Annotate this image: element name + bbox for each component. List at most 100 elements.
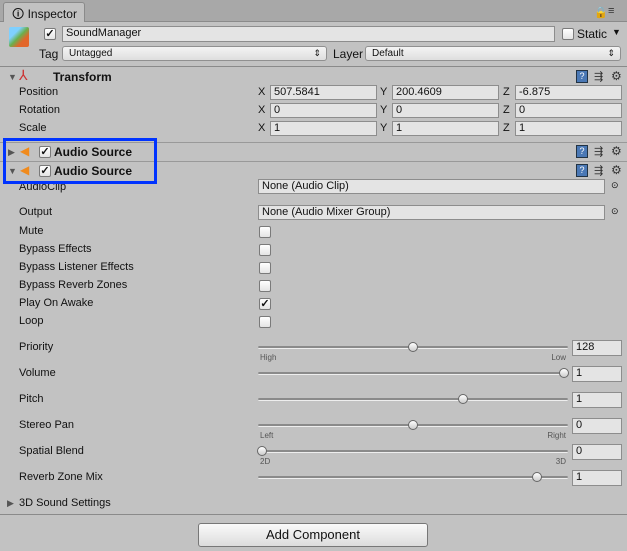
reverb-zone-mix-slider-track[interactable] xyxy=(258,476,568,479)
info-icon: 🛈 xyxy=(12,7,28,21)
volume-slider-thumb[interactable] xyxy=(559,368,569,378)
priority-label: Priority xyxy=(19,341,54,353)
audio-source-title: Audio Source xyxy=(54,164,133,178)
layer-dropdown[interactable]: Default ⇕ xyxy=(365,46,621,61)
scale-z-field[interactable]: 1 xyxy=(515,121,622,136)
transform-row-label: Position xyxy=(19,86,59,98)
transform-axes-icon: ⅄ xyxy=(19,67,28,83)
position-y-field[interactable]: 200.4609 xyxy=(392,85,499,100)
slider-min-label: Left xyxy=(260,431,274,440)
slider-min-label: High xyxy=(260,353,277,362)
preset-sliders-icon[interactable]: ⇶ xyxy=(594,145,603,158)
toggle-label: Bypass Reverb Zones xyxy=(19,279,128,291)
add-component-button[interactable]: Add Component xyxy=(198,523,428,547)
output-field[interactable]: None (Audio Mixer Group) xyxy=(258,205,605,220)
enabled-checkbox[interactable]: ✓ xyxy=(39,165,51,177)
axis-label: Z xyxy=(503,86,510,98)
reverb-zone-mix-label: Reverb Zone Mix xyxy=(19,471,103,483)
help-book-icon[interactable]: ? xyxy=(576,70,588,83)
audio-source-title: Audio Source xyxy=(54,145,133,159)
reverb-zone-mix-slider-thumb[interactable] xyxy=(531,472,542,482)
spatial-blend-label: Spatial Blend xyxy=(19,445,84,457)
bypass-listener-effects-checkbox[interactable] xyxy=(259,262,271,274)
volume-value-field[interactable]: 1 xyxy=(572,366,622,382)
tab-bar xyxy=(0,0,627,22)
toggle-label: Bypass Effects xyxy=(19,243,92,255)
bypass-effects-checkbox[interactable] xyxy=(259,244,271,256)
rotation-y-field[interactable]: 0 xyxy=(392,103,499,118)
static-checkbox[interactable] xyxy=(562,28,574,40)
loop-checkbox[interactable] xyxy=(259,316,271,328)
pitch-label: Pitch xyxy=(19,393,44,405)
gameobject-cube-icon[interactable] xyxy=(9,27,29,47)
expand-triangle-icon[interactable]: ▶ xyxy=(8,147,15,158)
priority-value-field[interactable]: 128 xyxy=(572,340,622,356)
enabled-checkbox[interactable]: ✓ xyxy=(39,146,51,158)
static-label: Static xyxy=(577,27,608,41)
3d-sound-settings-foldout[interactable]: 3D Sound Settings xyxy=(19,497,111,509)
rotation-x-field[interactable]: 0 xyxy=(270,103,377,118)
scale-x-field[interactable]: 1 xyxy=(270,121,377,136)
layer-label: Layer xyxy=(333,47,364,61)
stereo-pan-value-field[interactable]: 0 xyxy=(572,418,622,434)
axis-label: X xyxy=(258,104,266,116)
tag-label: Tag xyxy=(39,47,59,61)
speaker-icon: ◀ xyxy=(20,144,30,158)
speaker-icon: ◀ xyxy=(20,163,30,177)
gear-icon[interactable]: ⚙ xyxy=(611,163,622,177)
volume-label: Volume xyxy=(19,367,56,379)
stereo-pan-label: Stereo Pan xyxy=(19,419,75,431)
axis-label: X xyxy=(258,86,266,98)
help-book-icon[interactable]: ? xyxy=(576,164,588,177)
object-picker-icon[interactable]: ⊙ xyxy=(611,206,619,217)
slider-max-label: 3D xyxy=(555,457,566,466)
position-x-field[interactable]: 507.5841 xyxy=(270,85,377,100)
scale-y-field[interactable]: 1 xyxy=(392,121,499,136)
axis-label: Y xyxy=(380,86,388,98)
tab-inspector[interactable]: 🛈 Inspector xyxy=(3,2,85,22)
updown-icon: ⇕ xyxy=(607,48,615,58)
reverb-zone-mix-value-field[interactable]: 1 xyxy=(572,470,622,486)
stereo-pan-slider-thumb[interactable] xyxy=(408,420,418,430)
gear-icon[interactable]: ⚙ xyxy=(611,69,622,83)
collapse-triangle-icon[interactable]: ▼ xyxy=(8,166,17,176)
axis-label: Z xyxy=(503,104,510,116)
spatial-blend-slider-track[interactable] xyxy=(258,450,568,453)
preset-sliders-icon[interactable]: ⇶ xyxy=(594,70,603,83)
priority-slider-thumb[interactable] xyxy=(408,342,418,352)
static-dropdown-icon[interactable]: ▼ xyxy=(612,27,621,37)
pitch-slider-track[interactable] xyxy=(258,398,568,401)
name-field[interactable]: SoundManager xyxy=(62,26,555,42)
preset-sliders-icon[interactable]: ⇶ xyxy=(594,164,603,177)
menu-icon[interactable]: ≡ xyxy=(608,5,614,17)
updown-icon: ⇕ xyxy=(313,48,321,58)
tag-dropdown[interactable]: Untagged ⇕ xyxy=(62,46,327,61)
toggle-label: Bypass Listener Effects xyxy=(19,261,134,273)
divider xyxy=(0,514,627,515)
pitch-slider-thumb[interactable] xyxy=(458,394,469,404)
object-picker-icon[interactable]: ⊙ xyxy=(611,180,619,191)
position-z-field[interactable]: -6.875 xyxy=(515,85,622,100)
pitch-value-field[interactable]: 1 xyxy=(572,392,622,408)
volume-slider-track[interactable] xyxy=(258,372,568,375)
transform-row-label: Scale xyxy=(19,122,47,134)
transform-row-label: Rotation xyxy=(19,104,60,116)
axis-label: X xyxy=(258,122,266,134)
slider-min-label: 2D xyxy=(260,457,271,466)
mute-checkbox[interactable] xyxy=(259,226,271,238)
expand-triangle-icon[interactable]: ▼ xyxy=(8,72,17,82)
axis-label: Y xyxy=(380,122,388,134)
spatial-blend-slider-thumb[interactable] xyxy=(257,446,267,456)
expand-triangle-icon[interactable]: ▶ xyxy=(7,498,14,509)
spatial-blend-value-field[interactable]: 0 xyxy=(572,444,622,460)
rotation-z-field[interactable]: 0 xyxy=(515,103,622,118)
audio-clip-field[interactable]: None (Audio Clip) xyxy=(258,179,605,194)
active-checkbox[interactable]: ✓ xyxy=(44,28,56,40)
help-book-icon[interactable]: ? xyxy=(576,145,588,158)
bypass-reverb-zones-checkbox[interactable] xyxy=(259,280,271,292)
play-on-awake-checkbox[interactable]: ✓ xyxy=(259,298,271,310)
gear-icon[interactable]: ⚙ xyxy=(611,144,622,158)
lock-icon[interactable]: 🔒 xyxy=(594,6,608,19)
transform-title: Transform xyxy=(53,70,112,84)
toggle-label: Mute xyxy=(19,225,44,237)
